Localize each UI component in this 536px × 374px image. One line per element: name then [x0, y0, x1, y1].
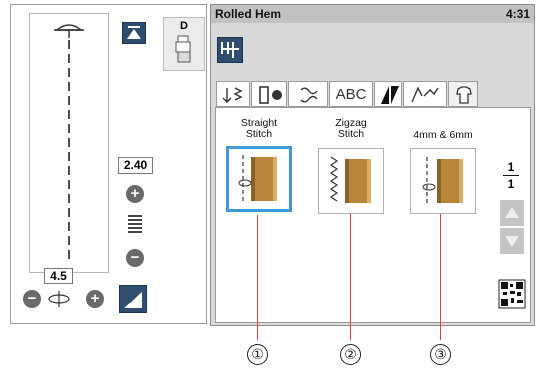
edit-pattern-button[interactable]	[119, 285, 147, 313]
title-bar: Rolled Hem 4:31	[211, 5, 534, 23]
callout-3-line	[440, 214, 441, 340]
applique-icon	[411, 86, 439, 103]
stitch-width-value: 2.40	[118, 157, 153, 174]
page-down-button[interactable]	[500, 228, 524, 254]
rolled-hem-foot-stitch-button[interactable]	[410, 148, 476, 214]
callout-3: ③	[430, 344, 451, 365]
tab-garment[interactable]	[448, 81, 478, 107]
stitch-1-label: Straight Stitch	[224, 118, 294, 140]
qr-code-icon	[498, 279, 526, 309]
presser-foot-icon	[175, 35, 191, 63]
stitch-mode-button[interactable]	[217, 37, 243, 63]
length-scale-icon	[48, 291, 70, 307]
stitch-1-label-line2: Stitch	[245, 128, 273, 140]
rolled-hem-stitch-icon	[422, 157, 463, 203]
straight-stitch-icon	[238, 155, 277, 201]
decorative-stitch-icon	[300, 87, 318, 103]
stitch-3-label: 4mm & 6mm	[413, 129, 473, 141]
tab-buttonhole[interactable]	[251, 81, 287, 107]
right-panel: Rolled Hem 4:31 ABC Straight Stitch Zigz…	[210, 4, 535, 326]
needle-up-down-button[interactable]	[122, 22, 146, 44]
length-decrease-button[interactable]: −	[23, 290, 41, 308]
arrow-down-icon	[505, 236, 519, 247]
callout-2-line	[350, 214, 351, 340]
garment-icon	[456, 86, 472, 104]
stitch-preview	[29, 13, 109, 273]
utility-stitch-icon	[222, 87, 243, 103]
page-up-button[interactable]	[500, 200, 524, 226]
stitch-length-value: 4.5	[44, 268, 73, 284]
callout-1-line	[257, 215, 258, 340]
stitch-selection-area: Straight Stitch Zigzag Stitch 4mm & 6mm …	[215, 107, 531, 323]
length-increase-button[interactable]: +	[86, 290, 104, 308]
left-panel: D 2.40 + − 4.5 − +	[10, 4, 207, 324]
straight-stitch-button[interactable]	[226, 146, 292, 212]
page-divider	[503, 175, 519, 176]
zigzag-stitch-button[interactable]	[318, 148, 384, 214]
callout-1: ①	[247, 344, 268, 365]
presser-foot-indicator: D	[163, 17, 205, 71]
width-scale-icon	[128, 215, 142, 233]
tab-decorative[interactable]	[288, 81, 328, 107]
page-total: 1	[507, 177, 515, 191]
buttonhole-icon	[259, 86, 282, 104]
needle-stop-icon	[127, 26, 141, 39]
page-indicator: 1 1	[499, 160, 523, 191]
arrow-up-icon	[505, 207, 519, 218]
callout-2: ②	[340, 344, 361, 365]
tab-alphabet[interactable]: ABC	[329, 81, 373, 107]
pattern-adjust-icon	[124, 292, 142, 308]
stitch-2-label-line2: Stitch	[337, 128, 365, 140]
foot-code: D	[180, 20, 188, 32]
needle-path-preview	[54, 24, 84, 264]
tab-applique[interactable]	[403, 81, 447, 107]
quilt-icon	[381, 86, 399, 104]
stitch-2-label: Zigzag Stitch	[316, 118, 386, 140]
width-decrease-button[interactable]: −	[126, 249, 144, 267]
zigzag-stitch-icon	[329, 156, 371, 203]
tab-utility[interactable]	[216, 81, 250, 107]
width-increase-button[interactable]: +	[126, 185, 144, 203]
qr-code-button[interactable]	[498, 278, 526, 310]
screen-title: Rolled Hem	[215, 7, 282, 21]
tab-quilt[interactable]	[374, 81, 402, 107]
clock: 4:31	[505, 7, 530, 21]
needle-mode-icon	[221, 42, 239, 58]
page-current: 1	[507, 160, 515, 174]
